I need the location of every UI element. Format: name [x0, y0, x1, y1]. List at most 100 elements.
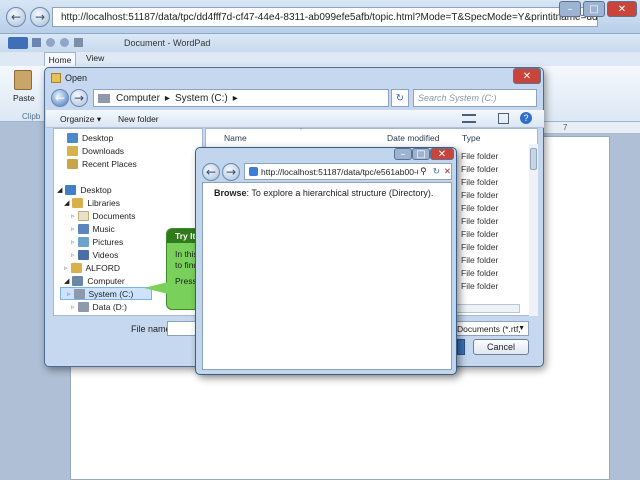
downloads-icon — [67, 145, 78, 156]
file-type-cell: File folder — [461, 242, 499, 252]
maximize-icon: □ — [589, 3, 599, 15]
popup-address-bar[interactable]: http://localhost:51187/data/tpc/e561ab00… — [244, 163, 452, 180]
tree-item-recent-places[interactable]: Recent Places — [67, 157, 137, 170]
recent-places-icon — [67, 158, 78, 169]
tree-item-system-c[interactable]: ▹ System (C:) — [60, 287, 152, 300]
tree-label: Desktop — [80, 184, 112, 195]
dialog-forward-button[interactable]: → — [70, 89, 88, 107]
organize-label: Organize — [60, 114, 95, 124]
tree-item-documents[interactable]: ▹ Documents — [71, 209, 136, 222]
search-input[interactable]: Search System (C:) — [413, 89, 537, 107]
tree-item-data-d[interactable]: ▹ Data (D:) — [71, 300, 127, 313]
tree-item-alford[interactable]: ▹ ALFORD — [64, 261, 120, 274]
file-type-cell: File folder — [461, 216, 499, 226]
refresh-button[interactable]: ↻ — [391, 89, 409, 107]
tree-item-computer[interactable]: ◢ Computer — [64, 274, 125, 287]
paste-icon[interactable] — [14, 70, 32, 90]
popup-minimize-button[interactable]: – — [394, 148, 412, 160]
videos-icon — [77, 249, 89, 260]
popup-close-button[interactable]: ✕ — [430, 148, 454, 160]
column-name[interactable]: Name — [224, 133, 247, 143]
forward-button[interactable]: → — [30, 7, 50, 27]
tree-item-music[interactable]: ▹ Music — [71, 222, 115, 235]
tree-label: Pictures — [92, 236, 124, 247]
tree-label: Music — [92, 223, 115, 234]
address-bar[interactable]: http://localhost:51187/data/tpc/dd4fff7d… — [52, 7, 598, 27]
organize-button[interactable]: Organize ▾ — [60, 114, 101, 125]
ruler: 7 — [543, 122, 640, 134]
popup-maximize-button[interactable]: □ — [412, 148, 430, 160]
preview-pane-icon[interactable] — [498, 113, 509, 124]
minimize-icon: – — [567, 3, 573, 15]
file-name-input[interactable] — [167, 321, 197, 336]
undo-icon[interactable] — [46, 38, 55, 47]
tab-view[interactable]: View — [86, 53, 104, 63]
close-icon: ✕ — [437, 148, 447, 160]
tree-item-downloads[interactable]: Downloads — [67, 144, 124, 157]
tree-label: Data (D:) — [92, 301, 127, 312]
cancel-button[interactable]: Cancel — [473, 339, 529, 355]
search-placeholder: Search System (C:) — [418, 93, 497, 103]
ruler-mark: 7 — [563, 123, 568, 132]
clipboard-group-label: Clipb — [22, 112, 41, 121]
refresh-icon: ↻ — [395, 92, 405, 104]
popup-forward-button[interactable]: → — [222, 163, 240, 181]
collapse-icon: ▹ — [71, 251, 75, 259]
column-date-modified[interactable]: Date modified — [387, 133, 439, 143]
tree-item-desktop[interactable]: ◢ Desktop — [57, 183, 112, 196]
print-icon[interactable] — [74, 38, 83, 47]
column-type[interactable]: Type — [462, 133, 480, 143]
popup-back-button[interactable]: ← — [202, 163, 220, 181]
breadcrumb-system-c[interactable]: System (C:) — [175, 93, 228, 104]
collapse-icon: ▹ — [64, 264, 68, 272]
popup-content: Browse: To explore a hierarchical struct… — [202, 182, 452, 370]
tree-item-libraries[interactable]: ◢ Libraries — [64, 196, 120, 209]
chevron-down-icon: ▼ — [518, 325, 525, 332]
file-type-filter[interactable]: Documents (*.rtf, ▼ — [453, 321, 529, 336]
back-arrow-icon: ← — [205, 165, 217, 179]
maximize-button[interactable]: □ — [583, 1, 605, 17]
desktop-icon — [67, 132, 78, 143]
scrollbar-thumb[interactable] — [530, 148, 537, 170]
close-icon: ✕ — [617, 3, 627, 15]
new-folder-button[interactable]: New folder — [118, 114, 159, 124]
page-icon — [249, 167, 258, 176]
redo-icon[interactable] — [60, 38, 69, 47]
documents-icon — [77, 210, 89, 221]
tree-item-desktop-fav[interactable]: Desktop — [67, 131, 113, 144]
save-icon[interactable] — [32, 38, 41, 47]
tree-item-videos[interactable]: ▹ Videos — [71, 248, 118, 261]
glossary-term: Browse — [214, 188, 247, 198]
open-button-split[interactable] — [457, 339, 465, 355]
dialog-close-button[interactable]: ✕ — [513, 68, 541, 84]
file-type-cell: File folder — [461, 203, 499, 213]
filter-label: Documents (*.rtf, — [457, 323, 521, 334]
help-icon[interactable]: ? — [520, 112, 532, 124]
collapse-icon: ▹ — [71, 303, 75, 311]
back-button[interactable]: ← — [6, 7, 26, 27]
vertical-scrollbar[interactable] — [529, 144, 538, 316]
file-type-cell: File folder — [461, 177, 499, 187]
file-type-cell: File folder — [461, 151, 499, 161]
tab-home[interactable]: Home — [44, 52, 76, 66]
chevron-right-icon: ▸ — [232, 92, 238, 104]
collapse-icon: ▹ — [67, 290, 71, 298]
close-button[interactable]: ✕ — [607, 1, 637, 17]
ribbon-tabs: Home View — [0, 52, 640, 66]
dialog-breadcrumb[interactable]: Computer ▸ System (C:) ▸ — [93, 89, 389, 107]
tree-item-pictures[interactable]: ▹ Pictures — [71, 235, 123, 248]
refresh-icon: ↻ — [432, 166, 440, 176]
minimize-button[interactable]: – — [559, 1, 581, 17]
drive-icon — [73, 288, 85, 299]
view-options-icon[interactable] — [462, 114, 476, 123]
callout-pointer — [144, 282, 168, 294]
glossary-definition: : To explore a hierarchical structure (D… — [246, 188, 434, 198]
drive-icon — [77, 301, 89, 312]
dialog-back-button[interactable]: ← — [51, 89, 69, 107]
glossary-entry: Browse: To explore a hierarchical struct… — [214, 188, 433, 198]
wordpad-menu-icon[interactable] — [8, 37, 28, 49]
chevron-right-icon: ▸ — [164, 92, 170, 104]
breadcrumb-computer[interactable]: Computer — [116, 93, 160, 104]
tree-label: Libraries — [87, 197, 120, 208]
paste-button-label[interactable]: Paste — [13, 93, 35, 103]
